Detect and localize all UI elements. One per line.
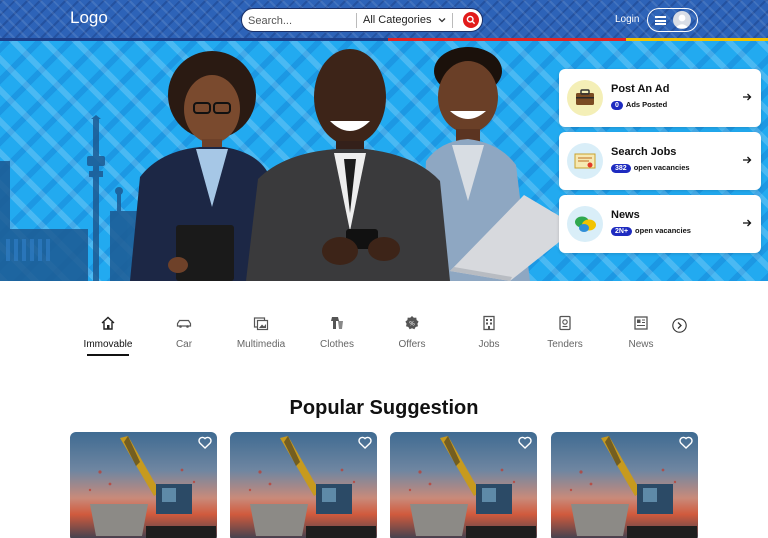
search-jobs-card[interactable]: Search Jobs 382 open vacancies bbox=[559, 132, 761, 190]
count-badge: 0 bbox=[611, 101, 623, 110]
search-button[interactable] bbox=[463, 12, 479, 28]
suggestion-card[interactable] bbox=[230, 432, 377, 538]
clothes-icon bbox=[331, 317, 343, 329]
active-tab-indicator bbox=[87, 354, 129, 356]
category-multimedia[interactable]: Multimedia bbox=[226, 310, 296, 360]
login-link[interactable]: Login bbox=[615, 14, 639, 25]
category-label: Multimedia bbox=[236, 339, 286, 350]
category-label: Offers bbox=[398, 339, 426, 350]
man-with-phone-image bbox=[246, 49, 450, 281]
category-nav: Immovable Car Multimedia Clothes % Offer… bbox=[70, 310, 710, 360]
svg-text:%: % bbox=[409, 321, 415, 328]
category-label: Jobs bbox=[478, 339, 500, 350]
category-label: Clothes bbox=[320, 339, 354, 350]
home-icon bbox=[101, 316, 115, 330]
excavator-photo bbox=[408, 436, 536, 538]
category-immovable[interactable]: Immovable bbox=[73, 310, 143, 360]
card-title: Post An Ad bbox=[611, 83, 670, 95]
excavator-photo bbox=[88, 436, 216, 538]
category-jobs[interactable]: Jobs bbox=[454, 310, 524, 360]
news-card[interactable]: News 2N+ open vacancies bbox=[559, 195, 761, 253]
category-label: Immovable bbox=[83, 339, 133, 350]
suggestion-card[interactable] bbox=[70, 432, 217, 538]
category-clothes[interactable]: Clothes bbox=[302, 310, 372, 360]
card-title: Search Jobs bbox=[611, 146, 677, 158]
arrow-right-icon bbox=[743, 156, 752, 164]
category-news[interactable]: News bbox=[606, 310, 676, 360]
arrow-right-icon bbox=[743, 219, 752, 227]
card-subtitle: 382 open vacancies bbox=[611, 163, 690, 173]
hero-banner: Post An Ad 0 Ads Posted Search Jobs 382 op… bbox=[0, 41, 768, 281]
count-badge: 2N+ bbox=[611, 227, 633, 236]
certificate-icon bbox=[567, 143, 603, 179]
search-icon bbox=[466, 15, 476, 25]
suggestion-card[interactable] bbox=[551, 432, 698, 538]
multimedia-icon bbox=[253, 317, 269, 331]
logo[interactable]: Logo bbox=[70, 8, 108, 28]
briefcase-icon bbox=[567, 80, 603, 116]
chevron-right-icon[interactable] bbox=[672, 318, 687, 333]
category-label: Car bbox=[175, 339, 193, 350]
category-tenders[interactable]: Tenders bbox=[530, 310, 600, 360]
heart-icon[interactable] bbox=[679, 436, 693, 449]
section-title: Popular Suggestion bbox=[289, 397, 479, 419]
category-car[interactable]: Car bbox=[149, 310, 219, 360]
excavator-photo bbox=[248, 436, 376, 538]
suggestion-card[interactable] bbox=[390, 432, 537, 538]
chevron-down-icon[interactable] bbox=[437, 15, 447, 25]
count-badge: 382 bbox=[611, 164, 631, 173]
car-icon bbox=[176, 319, 192, 328]
hamburger-menu-icon bbox=[655, 16, 666, 25]
tender-document-icon bbox=[559, 315, 571, 331]
chat-bubbles-icon bbox=[567, 206, 603, 242]
city-skyline-image bbox=[0, 115, 140, 281]
newspaper-icon bbox=[634, 316, 648, 330]
excavator-photo bbox=[569, 436, 697, 538]
card-title: News bbox=[611, 209, 640, 221]
search-input[interactable] bbox=[248, 12, 352, 29]
arrow-right-icon bbox=[743, 93, 752, 101]
heart-icon[interactable] bbox=[518, 436, 532, 449]
card-subtitle: 0 Ads Posted bbox=[611, 100, 667, 110]
category-offers[interactable]: % Offers bbox=[377, 310, 447, 360]
category-label: News bbox=[628, 339, 654, 350]
top-header: Logo All Categories Login bbox=[0, 0, 768, 38]
post-ad-card[interactable]: Post An Ad 0 Ads Posted bbox=[559, 69, 761, 127]
search-divider bbox=[452, 13, 453, 28]
card-subtitle: 2N+ open vacancies bbox=[611, 226, 691, 236]
offer-badge-icon: % bbox=[405, 316, 419, 330]
search-divider bbox=[356, 13, 357, 28]
category-label: Tenders bbox=[547, 339, 583, 350]
category-select[interactable]: All Categories bbox=[363, 14, 431, 26]
heart-icon[interactable] bbox=[198, 436, 212, 449]
heart-icon[interactable] bbox=[358, 436, 372, 449]
search-bar: All Categories bbox=[241, 8, 483, 32]
building-icon bbox=[483, 315, 495, 331]
user-menu-button[interactable] bbox=[647, 8, 698, 32]
avatar bbox=[673, 11, 691, 29]
